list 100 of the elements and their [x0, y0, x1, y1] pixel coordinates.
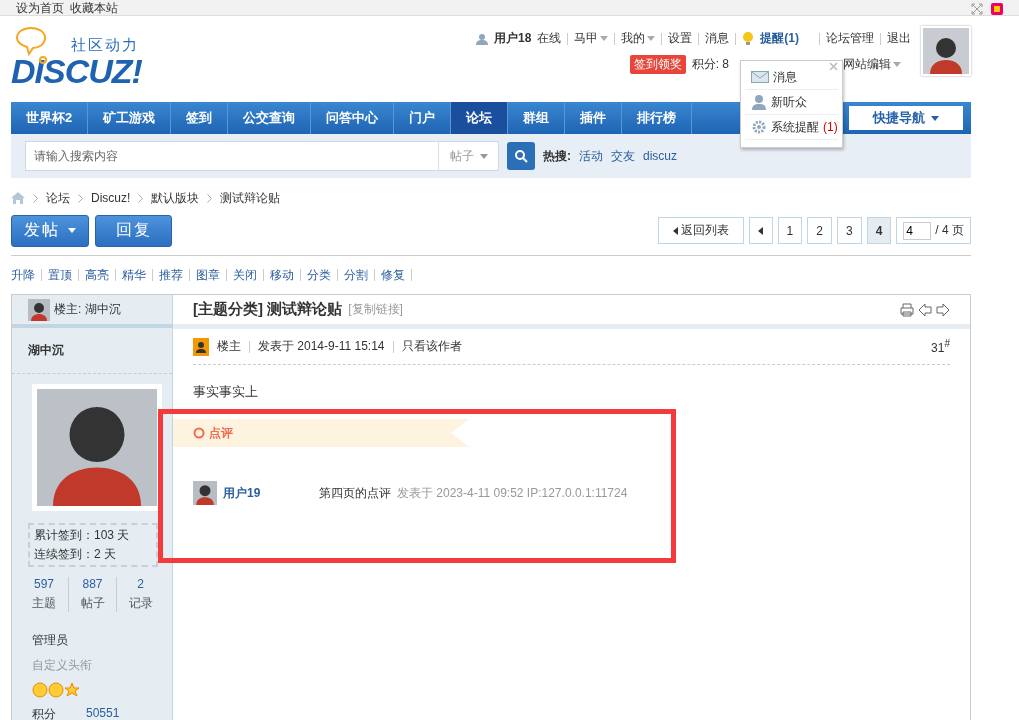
user-group: 管理员: [32, 632, 172, 649]
author-badge-icon: [193, 337, 209, 356]
top-link[interactable]: 收藏本站: [70, 1, 118, 15]
caret-icon: [931, 115, 939, 121]
breadcrumb-link[interactable]: 默认版块: [151, 189, 200, 207]
caret-icon: [600, 36, 609, 41]
user-menu-link[interactable]: 我的: [621, 30, 656, 47]
print-icon[interactable]: [900, 302, 914, 317]
moderation-link[interactable]: 关闭: [233, 266, 257, 284]
search-field[interactable]: 请输入搜索内容: [25, 141, 439, 171]
arrow-right-icon[interactable]: [936, 302, 950, 317]
floor-number[interactable]: 31$^{#}$: [931, 338, 950, 355]
user-menu-link[interactable]: 论坛管理: [826, 30, 874, 47]
moderation-link[interactable]: 分类: [307, 266, 331, 284]
post-body: 事实事实上: [192, 383, 259, 401]
reminder-menu-item[interactable]: 系统提醒 (1): [745, 115, 838, 140]
nav-tab[interactable]: 论坛: [451, 102, 509, 134]
reminder-menu-item[interactable]: 消息: [745, 65, 838, 90]
page-total: / 4 页: [935, 222, 964, 239]
reply-button[interactable]: 回复: [95, 214, 172, 247]
avatar-placeholder[interactable]: [32, 384, 162, 511]
page-link[interactable]: 1: [777, 217, 803, 244]
moderation-link[interactable]: 图章: [196, 266, 220, 284]
moderation-link[interactable]: 高亮: [85, 266, 109, 284]
points-value[interactable]: 50551: [86, 706, 120, 720]
comment-meta: 发表于 2023-4-11 09:52 IP:127.0.0.1:11724: [397, 484, 628, 502]
page-link[interactable]: 4: [866, 217, 892, 244]
rank-medals-drawing: [32, 682, 80, 698]
breadcrumb-link[interactable]: 论坛: [46, 189, 70, 207]
back-to-list-button[interactable]: 返回列表: [657, 217, 744, 244]
moderation-link[interactable]: 精华: [122, 266, 146, 284]
arrow-left-icon[interactable]: [918, 302, 932, 317]
checkin-stat: 累计签到：103 天: [34, 527, 131, 544]
stat-label: 帖子: [80, 595, 105, 612]
lightbulb-icon: [742, 31, 755, 46]
moderation-link[interactable]: 移动: [270, 266, 294, 284]
stat-label: 主题: [32, 595, 56, 612]
thread-title: [主题分类] 测试辩论贴: [193, 300, 343, 319]
user-icon: [475, 32, 488, 45]
moderation-link[interactable]: 推荐: [159, 266, 183, 284]
comment-text: 第四页的点评: [319, 484, 391, 502]
caret-icon: [647, 36, 656, 41]
hot-search-link[interactable]: discuz: [643, 149, 677, 163]
author-role: 楼主: [217, 338, 241, 355]
hot-search-label: 热搜:: [543, 147, 571, 165]
reminder-link[interactable]: 提醒(1): [760, 30, 799, 47]
user-menu-link[interactable]: 马甲: [574, 30, 609, 47]
chevron-icon: [207, 193, 213, 203]
only-author-link[interactable]: 只看该作者: [401, 338, 462, 355]
user-menu-link[interactable]: 设置: [668, 30, 693, 47]
previous-page-button[interactable]: [748, 217, 773, 244]
quick-nav-button[interactable]: 快捷导航: [849, 106, 963, 130]
triangle-left-icon: [758, 226, 764, 235]
reminder-menu-item[interactable]: 新听众: [745, 90, 838, 115]
post-date: 发表于 2014-9-11 15:14: [258, 338, 385, 355]
breadcrumb-link[interactable]: 测试辩论贴: [220, 189, 281, 207]
caret-icon: [893, 62, 901, 67]
caret-icon: [68, 228, 76, 233]
caret-icon: [479, 153, 488, 159]
stat-value[interactable]: 2: [137, 577, 144, 591]
fullscreen-icon[interactable]: [971, 3, 983, 15]
page-link[interactable]: 2: [807, 217, 832, 244]
search-button[interactable]: [507, 142, 535, 170]
site-edit-link[interactable]: 网站编辑: [843, 56, 901, 73]
user-menu-link[interactable]: 消息: [705, 30, 730, 47]
moderation-link[interactable]: 升降: [11, 266, 35, 284]
points-text[interactable]: 积分: 8: [691, 56, 729, 73]
points-label: 积分: [32, 706, 56, 720]
app-icon[interactable]: [991, 3, 1003, 15]
settings-icon: [751, 119, 767, 135]
breadcrumb-link[interactable]: Discuz!: [91, 191, 131, 205]
moderation-link[interactable]: 修复: [381, 266, 405, 284]
page-link[interactable]: 3: [836, 217, 862, 244]
moderation-link[interactable]: 置顶: [48, 266, 72, 284]
new-post-button[interactable]: 发帖: [11, 214, 89, 247]
chevron-icon: [78, 193, 83, 203]
stat-value[interactable]: 597: [34, 577, 54, 591]
checkin-badge[interactable]: 签到领奖: [629, 55, 686, 74]
chevron-icon: [138, 193, 144, 203]
avatar-placeholder[interactable]: [921, 26, 971, 76]
hot-search-link[interactable]: 交友: [611, 147, 635, 165]
logo-wordmark[interactable]: DISCUZ!: [11, 55, 151, 87]
checkin-stat: 连续签到：2 天: [34, 546, 117, 563]
moderation-link[interactable]: 分割: [344, 266, 368, 284]
search-icon: [514, 149, 528, 163]
username[interactable]: 用户18: [493, 30, 532, 47]
circle-icon: [193, 427, 205, 439]
comment-user[interactable]: 用户19: [223, 484, 313, 502]
envelope-icon: [751, 71, 769, 83]
custom-title: 自定义头衔: [32, 657, 93, 674]
page-jump-field[interactable]: 4: [903, 221, 932, 240]
user-menu-link[interactable]: 退出: [887, 30, 911, 47]
stat-label: 记录: [128, 595, 153, 612]
chevron-icon: [33, 193, 38, 203]
author-name[interactable]: 湖中沉: [12, 328, 172, 375]
hot-search-link[interactable]: 活动: [579, 147, 603, 165]
top-link[interactable]: 设为首页: [16, 1, 64, 15]
stat-value[interactable]: 887: [82, 577, 103, 591]
triangle-left-icon: [672, 226, 678, 235]
user-icon: [751, 94, 767, 110]
